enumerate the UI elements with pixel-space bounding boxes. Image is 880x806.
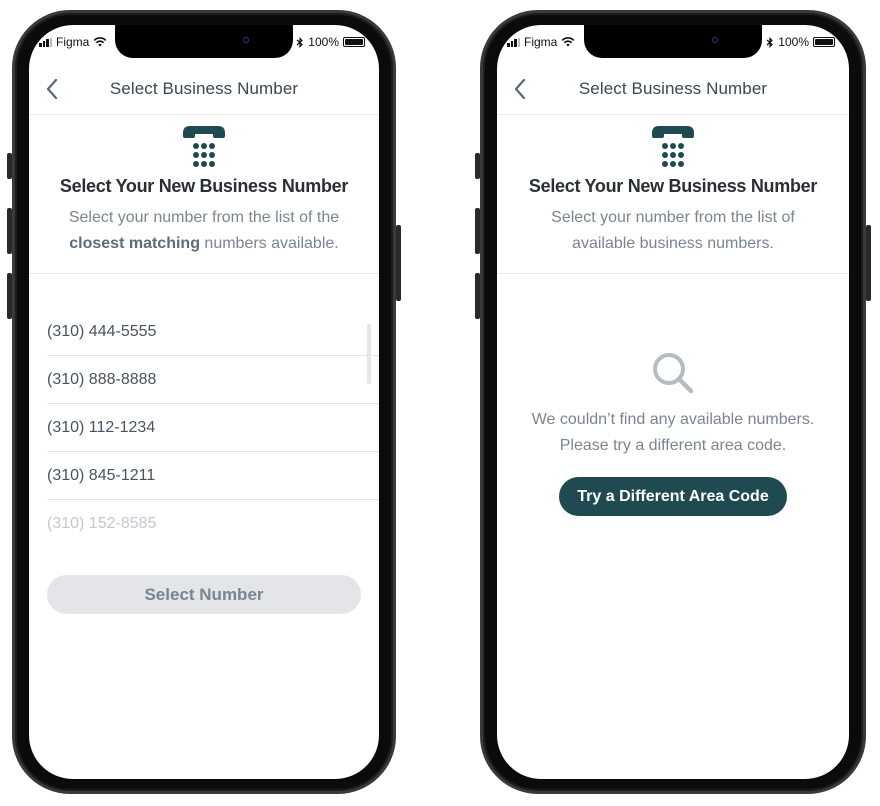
volume-down-button [475,273,480,319]
wifi-icon [93,37,107,47]
header-section: Select Your New Business Number Select y… [497,116,849,274]
volume-down-button [7,273,12,319]
chevron-left-icon[interactable] [43,77,63,101]
nav-title: Select Business Number [109,78,299,98]
list-scrollbar[interactable] [367,324,371,384]
page-subtitle: Select your number from the list of avai… [551,209,795,252]
chevron-left-icon[interactable] [511,77,531,101]
desk-phone-icon [183,126,225,167]
notch [115,25,293,58]
power-button [866,225,871,301]
subtitle-text: Select your number from the list of the [68,209,340,226]
bluetooth-icon [766,36,774,48]
page-subtitle: Select your number from the list of the … [51,205,357,257]
signal-icon [39,37,52,47]
volume-up-button [475,208,480,254]
empty-state: We couldn’t find any available numbers. … [497,283,849,516]
page-heading: Select Your New Business Number [528,176,818,196]
number-option[interactable]: (310) 444-5555 [47,308,379,356]
phone-frame-number-list: Figma 100% Select Business Number Select… [7,10,401,794]
volume-up-button [7,208,12,254]
subtitle-emphasis: closest matching [69,235,200,252]
camera-icon [243,37,249,43]
nav-bar: Select Business Number [29,63,379,115]
desk-phone-icon [652,126,694,167]
carrier-label: Figma [524,35,558,49]
select-number-button[interactable]: Select Number [47,575,361,614]
screen-empty-state: Figma 100% Select Business Number Select… [497,25,849,779]
mute-switch [475,153,480,179]
number-option[interactable]: (310) 152-8585 [47,500,379,548]
phone-frame-empty-state: Figma 100% Select Business Number Select… [475,10,871,794]
battery-icon [813,37,835,47]
try-different-area-code-button[interactable]: Try a Different Area Code [559,477,787,516]
mute-switch [7,153,12,179]
header-section: Select Your New Business Number Select y… [29,116,379,274]
number-option[interactable]: (310) 888-8888 [47,356,379,404]
nav-title: Select Business Number [578,78,768,98]
nav-bar: Select Business Number [497,63,849,115]
battery-percent: 100% [778,35,809,49]
empty-state-message: We couldn’t find any available numbers. … [531,411,815,454]
battery-percent: 100% [308,35,339,49]
wifi-icon [561,37,575,47]
number-list: (310) 444-5555 (310) 888-8888 (310) 112-… [47,308,379,548]
number-option[interactable]: (310) 845-1211 [47,452,379,500]
subtitle-text: numbers available. [199,235,339,252]
bluetooth-icon [296,36,304,48]
signal-icon [507,37,520,47]
notch [584,25,762,58]
number-option[interactable]: (310) 112-1234 [47,404,379,452]
power-button [396,225,401,301]
camera-icon [712,37,718,43]
battery-icon [343,37,365,47]
screen-number-list: Figma 100% Select Business Number Select… [29,25,379,779]
page-heading: Select Your New Business Number [59,176,349,196]
carrier-label: Figma [56,35,90,49]
search-icon [653,353,694,394]
